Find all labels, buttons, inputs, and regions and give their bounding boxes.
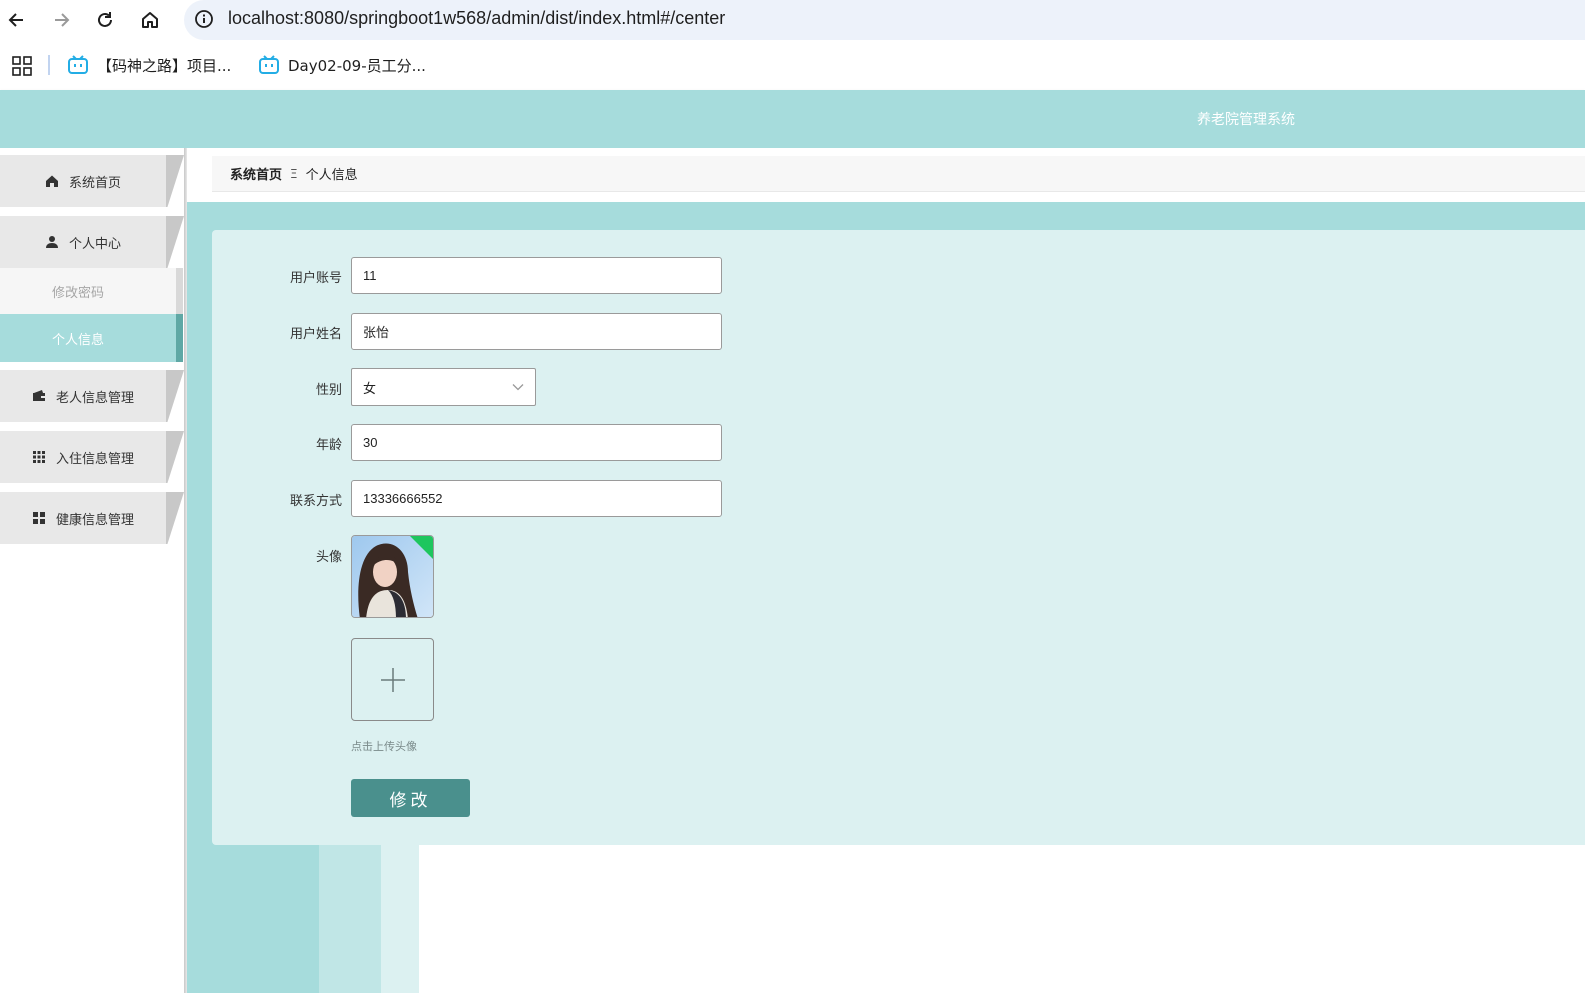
sidebar-item-health-info[interactable]: 健康信息管理 — [0, 492, 184, 544]
sidebar-subitem-change-password[interactable]: 修改密码 — [0, 268, 183, 315]
bookmark-separator — [48, 55, 50, 75]
gender-value: 女 — [363, 381, 377, 397]
breadcrumb-home[interactable]: 系统首页 — [230, 164, 282, 183]
decorative-band — [419, 845, 1585, 993]
sidebar-subitem-personal-info[interactable]: 个人信息 — [0, 314, 183, 362]
sidebar-item-label: 入住信息管理 — [55, 451, 134, 467]
bilibili-icon — [68, 55, 88, 74]
phone-value: 13336666552 — [363, 491, 443, 506]
back-icon — [8, 13, 23, 27]
plus-icon — [380, 667, 405, 692]
account-value: 11 — [363, 268, 377, 283]
avatar[interactable] — [351, 535, 434, 618]
forward-icon — [55, 13, 70, 27]
decorative-band — [381, 845, 419, 993]
breadcrumb-separator: Ξ — [290, 166, 298, 181]
app-title: 养老院管理系统 — [1197, 112, 1295, 128]
url-text[interactable]: localhost:8080/springboot1w568/admin/dis… — [228, 8, 725, 29]
decorative-band — [319, 845, 381, 993]
phone-input[interactable]: 13336666552 — [351, 480, 722, 517]
sidebar-item-elder-info[interactable]: 老人信息管理 — [0, 370, 184, 422]
bilibili-icon — [259, 55, 279, 74]
avatar-image — [352, 536, 433, 617]
sidebar-item-label: 修改密码 — [51, 286, 104, 301]
gender-label: 性别 — [315, 383, 342, 398]
name-value: 张怡 — [363, 325, 390, 340]
name-label: 用户姓名 — [289, 327, 342, 342]
phone-label: 联系方式 — [289, 494, 342, 509]
account-label: 用户账号 — [289, 271, 342, 286]
bookmark-label: 【码神之路】项目... — [97, 56, 232, 75]
breadcrumb-current: 个人信息 — [305, 168, 358, 183]
age-label: 年龄 — [315, 438, 342, 453]
sidebar-item-checkin-info[interactable]: 入住信息管理 — [0, 431, 184, 483]
reload-button[interactable] — [91, 6, 119, 34]
grid-icon — [32, 451, 45, 463]
app-header: 养老院管理系统 — [0, 90, 1585, 148]
submit-button[interactable]: 修改 — [351, 779, 470, 817]
age-value: 30 — [363, 435, 378, 450]
site-info-icon[interactable] — [194, 9, 214, 29]
home-icon — [142, 12, 158, 28]
bookmark-1[interactable]: 【码神之路】项目... — [67, 53, 231, 77]
sidebar-item-home[interactable]: 系统首页 — [0, 155, 184, 207]
home-button[interactable] — [136, 6, 164, 34]
reload-icon — [98, 12, 112, 27]
house-icon — [45, 175, 58, 187]
sidebar-item-label: 老人信息管理 — [55, 390, 134, 406]
sidebar-item-label: 健康信息管理 — [55, 512, 134, 528]
chevron-down-icon — [512, 384, 524, 391]
upload-tip: 点击上传头像 — [351, 740, 417, 753]
sidebar-item-personal-center[interactable]: 个人中心 — [0, 216, 184, 268]
bookmarks-bar: 【码神之路】项目... Day02-09-员工分... — [0, 40, 1585, 90]
address-bar[interactable]: localhost:8080/springboot1w568/admin/dis… — [184, 0, 1585, 40]
sidebar-item-label: 系统首页 — [68, 175, 121, 191]
wallet-icon — [32, 390, 45, 401]
squares-icon — [32, 512, 45, 524]
user-icon — [45, 236, 58, 248]
breadcrumb: 系统首页 Ξ 个人信息 — [212, 156, 1585, 192]
avatar-upload-button[interactable] — [351, 638, 434, 721]
forward-button[interactable] — [47, 6, 75, 34]
bookmark-label: Day02-09-员工分... — [288, 56, 426, 75]
bookmark-2[interactable]: Day02-09-员工分... — [258, 53, 426, 77]
account-input[interactable]: 11 — [351, 257, 722, 294]
apps-icon[interactable] — [12, 56, 32, 76]
sidebar-item-label: 个人信息 — [51, 332, 104, 348]
avatar-label: 头像 — [315, 550, 342, 565]
back-button[interactable] — [3, 6, 31, 34]
age-input[interactable]: 30 — [351, 424, 722, 461]
gender-select[interactable]: 女 — [351, 368, 536, 406]
browser-toolbar: localhost:8080/springboot1w568/admin/dis… — [0, 0, 1585, 40]
name-input[interactable]: 张怡 — [351, 313, 722, 350]
sidebar-item-label: 个人中心 — [68, 236, 121, 252]
